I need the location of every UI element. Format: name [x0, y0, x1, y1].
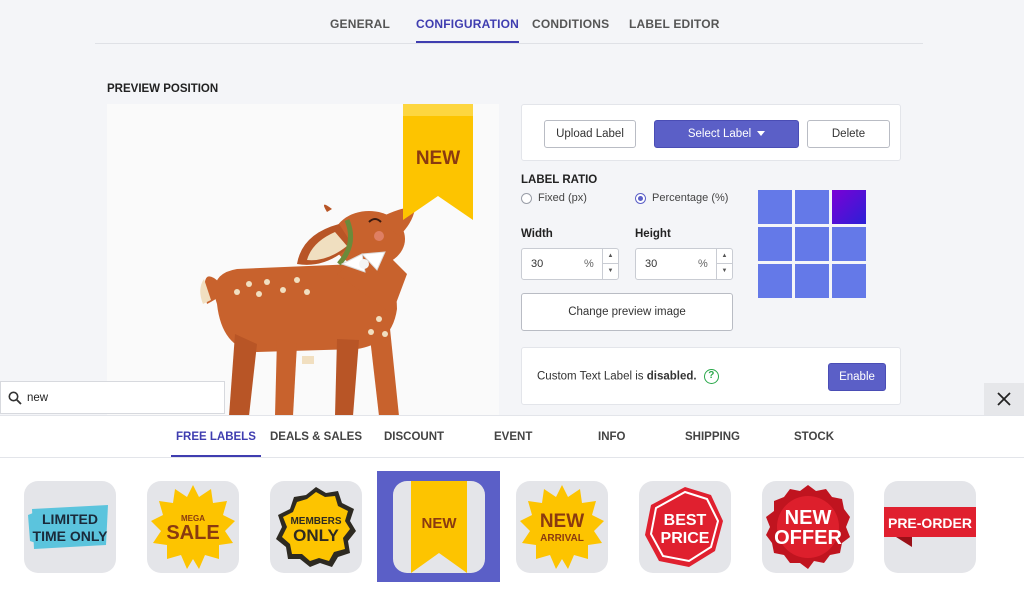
label-new-arrival[interactable]: NEW ARRIVAL	[516, 481, 608, 573]
label-limited-time-only[interactable]: LIMITED TIME ONLY	[24, 481, 116, 573]
position-top-center[interactable]	[795, 190, 829, 224]
fixed-radio-option[interactable]: Fixed (px)	[521, 192, 587, 204]
position-middle-center[interactable]	[795, 227, 829, 261]
close-icon	[997, 392, 1011, 406]
custom-text-status: Custom Text Label is disabled. ?	[537, 369, 719, 384]
position-top-right[interactable]	[832, 190, 866, 224]
width-stepper[interactable]: ▲ ▼	[602, 249, 618, 279]
tab-stock[interactable]: STOCK	[794, 431, 834, 443]
label-new-ribbon[interactable]: NEW	[393, 481, 485, 573]
position-top-left[interactable]	[758, 190, 792, 224]
position-bottom-right[interactable]	[832, 264, 866, 298]
tab-free-labels[interactable]: FREE LABELS	[171, 431, 261, 457]
tab-info[interactable]: INFO	[598, 431, 625, 443]
tab-event[interactable]: EVENT	[494, 431, 532, 443]
ribbon-text: NEW	[416, 148, 460, 169]
width-label: Width	[521, 228, 553, 240]
percentage-radio-option[interactable]: Percentage (%)	[635, 192, 728, 204]
percentage-radio-label: Percentage (%)	[652, 192, 729, 204]
label-new-offer[interactable]: NEW OFFER	[762, 481, 854, 573]
help-icon[interactable]: ?	[703, 369, 719, 384]
change-preview-button[interactable]: Change preview image	[521, 293, 733, 331]
label-best-price[interactable]: BEST PRICE	[639, 481, 731, 573]
category-tab-bar: FREE LABELS DEALS & SALES DISCOUNT EVENT…	[0, 416, 1024, 458]
custom-text-disabled: disabled.	[646, 370, 697, 383]
search-icon	[8, 391, 22, 405]
tab-discount[interactable]: DISCOUNT	[384, 431, 444, 443]
delete-button[interactable]: Delete	[807, 120, 890, 148]
section-title: PREVIEW POSITION	[107, 83, 219, 95]
close-button[interactable]	[984, 383, 1024, 415]
fixed-radio[interactable]	[521, 192, 532, 204]
height-unit: %	[698, 258, 708, 270]
height-increment-icon[interactable]: ▲	[717, 249, 732, 264]
tab-label-editor[interactable]: LABEL EDITOR	[629, 17, 720, 31]
height-label: Height	[635, 228, 671, 240]
select-label-button[interactable]: Select Label	[654, 120, 799, 148]
svg-text:PRICE: PRICE	[661, 530, 710, 547]
label-members-only[interactable]: MEMBERS ONLY	[270, 481, 362, 573]
tab-configuration[interactable]: CONFIGURATION	[416, 17, 520, 43]
tab-conditions[interactable]: CONDITIONS	[532, 17, 609, 31]
label-ratio-title: LABEL RATIO	[521, 174, 598, 186]
percentage-radio[interactable]	[635, 192, 646, 204]
width-input[interactable]: 30 % ▲ ▼	[521, 248, 619, 280]
svg-text:LIMITED: LIMITED	[42, 511, 98, 527]
top-tab-bar: GENERAL CONFIGURATION CONDITIONS LABEL E…	[95, 0, 923, 44]
position-bottom-center[interactable]	[795, 264, 829, 298]
caret-down-icon	[757, 131, 766, 137]
label-mega-sale[interactable]: MEGA SALE	[147, 481, 239, 573]
position-grid	[758, 190, 866, 298]
svg-text:ARRIVAL: ARRIVAL	[540, 533, 584, 544]
svg-text:OFFER: OFFER	[774, 527, 842, 549]
tab-deals-sales[interactable]: DEALS & SALES	[270, 431, 362, 443]
svg-text:ONLY: ONLY	[293, 526, 339, 545]
svg-text:NEW: NEW	[422, 515, 458, 532]
label-search-box	[0, 381, 225, 414]
label-pre-order[interactable]: PRE-ORDER	[884, 481, 976, 573]
position-middle-left[interactable]	[758, 227, 792, 261]
fixed-radio-label: Fixed (px)	[538, 192, 587, 204]
svg-text:BEST: BEST	[664, 512, 707, 529]
svg-text:NEW: NEW	[785, 507, 832, 529]
label-actions-card: Upload Label Select Label Delete	[521, 104, 901, 161]
search-input[interactable]	[27, 389, 217, 407]
height-input[interactable]: 30 % ▲ ▼	[635, 248, 733, 280]
custom-text-card: Custom Text Label is disabled. ? Enable	[521, 347, 901, 405]
width-increment-icon[interactable]: ▲	[603, 249, 618, 264]
width-unit: %	[584, 258, 594, 270]
upload-label-button[interactable]: Upload Label	[544, 120, 636, 148]
width-value: 30	[531, 258, 544, 270]
select-label-text: Select Label	[687, 128, 752, 140]
preview-image: NEW	[107, 104, 499, 416]
enable-button[interactable]: Enable	[828, 363, 886, 391]
new-ribbon-label: NEW	[403, 104, 473, 220]
height-decrement-icon[interactable]: ▼	[717, 264, 732, 279]
tab-shipping[interactable]: SHIPPING	[685, 431, 740, 443]
svg-text:TIME ONLY: TIME ONLY	[33, 528, 109, 544]
custom-text-prefix: Custom Text Label is	[537, 370, 644, 383]
height-stepper[interactable]: ▲ ▼	[716, 249, 732, 279]
width-decrement-icon[interactable]: ▼	[603, 264, 618, 279]
position-bottom-left[interactable]	[758, 264, 792, 298]
tab-general[interactable]: GENERAL	[330, 17, 390, 31]
height-value: 30	[645, 258, 658, 270]
svg-text:SALE: SALE	[166, 522, 219, 544]
svg-text:NEW: NEW	[540, 511, 584, 532]
svg-text:PRE-ORDER: PRE-ORDER	[888, 515, 972, 531]
position-middle-right[interactable]	[832, 227, 866, 261]
